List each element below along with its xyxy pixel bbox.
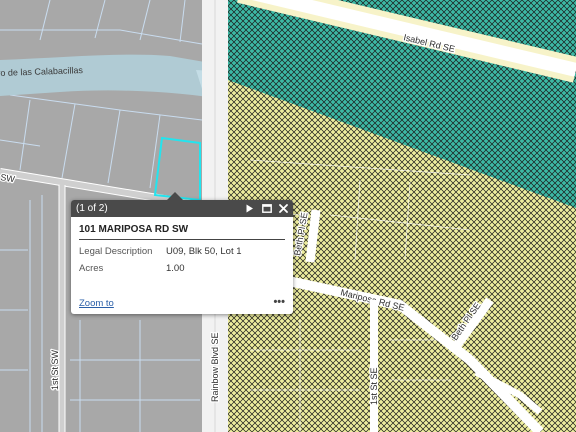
more-options-icon[interactable]: ••• <box>273 296 285 308</box>
maximize-icon <box>261 204 272 213</box>
attribute-value: 1.00 <box>166 263 185 274</box>
popup-title: 101 MARIPOSA RD SW <box>79 224 285 240</box>
road-label-rainbow-blvd: Rainbow Blvd SE <box>210 332 220 402</box>
attribute-key: Legal Description <box>79 246 153 257</box>
play-next-icon <box>246 204 253 213</box>
next-feature-button[interactable] <box>243 202 256 215</box>
attribute-key: Acres <box>79 263 104 274</box>
popup-pointer <box>167 192 183 200</box>
popup-feature-count: (1 of 2) <box>76 203 108 214</box>
popup-header: (1 of 2) <box>71 200 293 217</box>
close-button[interactable] <box>277 202 290 215</box>
attribute-value: U09, Blk 50, Lot 1 <box>166 246 242 257</box>
zoom-to-link[interactable]: Zoom to <box>79 298 114 309</box>
attribute-row: Legal Description U09, Blk 50, Lot 1 <box>79 246 285 257</box>
road-label-1st-st-se: 1st St SE <box>369 367 379 405</box>
road-label-1st-st-sw: 1st St SW <box>50 349 60 390</box>
popup-actions <box>243 200 290 217</box>
close-icon <box>279 204 288 213</box>
maximize-button[interactable] <box>260 202 273 215</box>
feature-popup: (1 of 2) 101 MARIPOSA RD SW Legal Descri… <box>71 192 293 314</box>
attribute-row: Acres 1.00 <box>79 263 285 274</box>
popup-footer: Zoom to ••• <box>79 296 285 310</box>
road-beth-pl-upper <box>305 209 321 263</box>
